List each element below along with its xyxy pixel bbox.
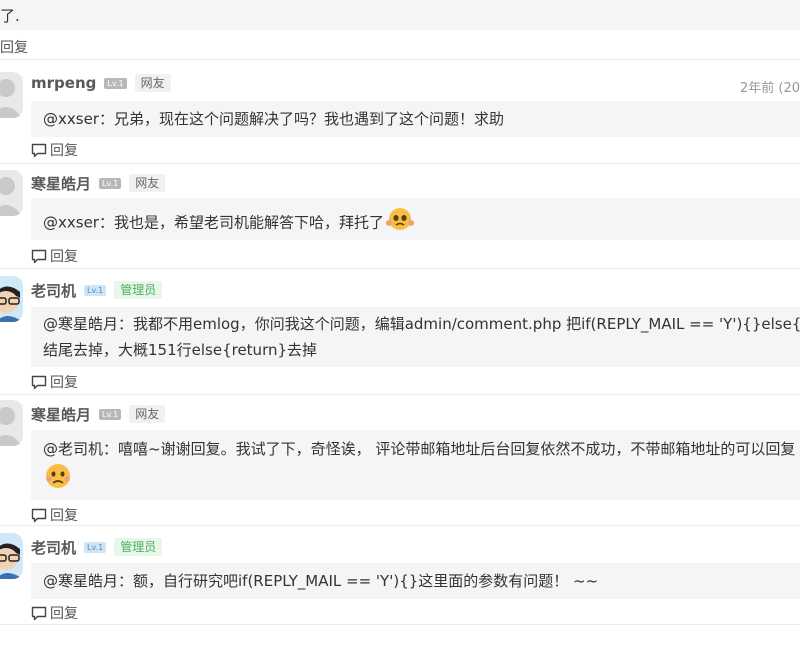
role-badge: 网友 — [134, 74, 171, 92]
comment-content: @老司机：嘻嘻~谢谢回复。我试了下，奇怪诶， 评论带邮箱地址后台回复依然不成功，… — [31, 430, 800, 500]
comment-content: @寒星皓月：额，自行研究吧if(REPLY_MAIL == 'Y'){}这里面的… — [31, 563, 800, 599]
username[interactable]: 寒星皓月 — [31, 404, 91, 425]
comment-text: @老司机：嘻嘻~谢谢回复。我试了下，奇怪诶， 评论带邮箱地址后台回复依然不成功，… — [43, 440, 796, 458]
admin-badge: 管理员 — [114, 281, 163, 299]
level-badge: Lv.1 — [104, 77, 127, 89]
pleading-face-icon — [385, 206, 414, 240]
level-badge: Lv.1 — [84, 541, 107, 553]
sad-face-icon — [43, 462, 788, 498]
comment-content: @xxser：我也是，希望老司机能解答下哈，拜托了 — [31, 198, 800, 240]
divider — [0, 59, 800, 60]
comment-icon — [31, 249, 47, 264]
reply-button[interactable]: 回复 — [31, 603, 78, 623]
divider — [0, 394, 800, 395]
reply-label: 回复 — [0, 40, 28, 56]
reply-button[interactable]: 回复 — [31, 505, 78, 525]
role-badge: 网友 — [129, 174, 166, 192]
comment-text: @xxser：兄弟，现在这个问题解决了吗？我也遇到了这个问题！求助 — [43, 110, 504, 128]
comment-icon — [31, 375, 47, 390]
level-badge: Lv.1 — [99, 408, 122, 420]
comment-header: mrpeng Lv.1 网友 — [31, 72, 171, 94]
reply-label: 回复 — [50, 375, 78, 391]
level-badge: Lv.1 — [84, 284, 107, 296]
avatar-default[interactable] — [0, 400, 23, 446]
avatar-admin[interactable] — [0, 276, 23, 322]
username[interactable]: 老司机 — [31, 537, 76, 558]
comment-header: 寒星皓月 Lv.1 网友 — [31, 403, 166, 425]
avatar-admin[interactable] — [0, 533, 23, 579]
comment-icon — [31, 508, 47, 523]
reply-button[interactable]: 回复 — [31, 246, 78, 266]
role-badge: 网友 — [129, 405, 166, 423]
previous-comment-bubble: 了. — [0, 0, 800, 30]
reply-label: 回复 — [50, 508, 78, 524]
reply-label: 回复 — [50, 606, 78, 622]
avatar-default[interactable] — [0, 170, 23, 216]
admin-badge: 管理员 — [114, 538, 163, 556]
comment-header: 老司机 Lv.1 管理员 — [31, 279, 163, 301]
comment-icon — [31, 143, 47, 158]
comment-text: @寒星皓月：额，自行研究吧if(REPLY_MAIL == 'Y'){}这里面的… — [43, 572, 599, 590]
comment-time: 2年前 (20 — [740, 81, 800, 96]
comment-text-line: @寒星皓月：我都不用emlog，你问我这个问题，编辑admin/comment.… — [43, 315, 800, 333]
comment-content: @寒星皓月：我都不用emlog，你问我这个问题，编辑admin/comment.… — [31, 307, 800, 367]
reply-button[interactable]: 回复 — [0, 37, 28, 57]
divider — [0, 525, 800, 526]
username[interactable]: 寒星皓月 — [31, 173, 91, 194]
reply-label: 回复 — [50, 143, 78, 159]
reply-button[interactable]: 回复 — [31, 372, 78, 392]
level-badge: Lv.1 — [99, 177, 122, 189]
comment-content: @xxser：兄弟，现在这个问题解决了吗？我也遇到了这个问题！求助 — [31, 101, 800, 137]
username[interactable]: 老司机 — [31, 280, 76, 301]
comment-header: 老司机 Lv.1 管理员 — [31, 536, 163, 558]
comment-text-line: 结尾去掉，大概151行else{return}去掉 — [43, 341, 318, 359]
divider — [0, 268, 800, 269]
avatar-default[interactable] — [0, 72, 23, 118]
reply-label: 回复 — [50, 249, 78, 265]
divider — [0, 624, 800, 625]
reply-button[interactable]: 回复 — [31, 140, 78, 160]
comment-header: 寒星皓月 Lv.1 网友 — [31, 172, 166, 194]
divider — [0, 163, 800, 164]
comment-text: @xxser：我也是，希望老司机能解答下哈，拜托了 — [43, 213, 384, 232]
username[interactable]: mrpeng — [31, 74, 96, 92]
comment-icon — [31, 606, 47, 621]
previous-comment-text: 了. — [0, 7, 20, 25]
